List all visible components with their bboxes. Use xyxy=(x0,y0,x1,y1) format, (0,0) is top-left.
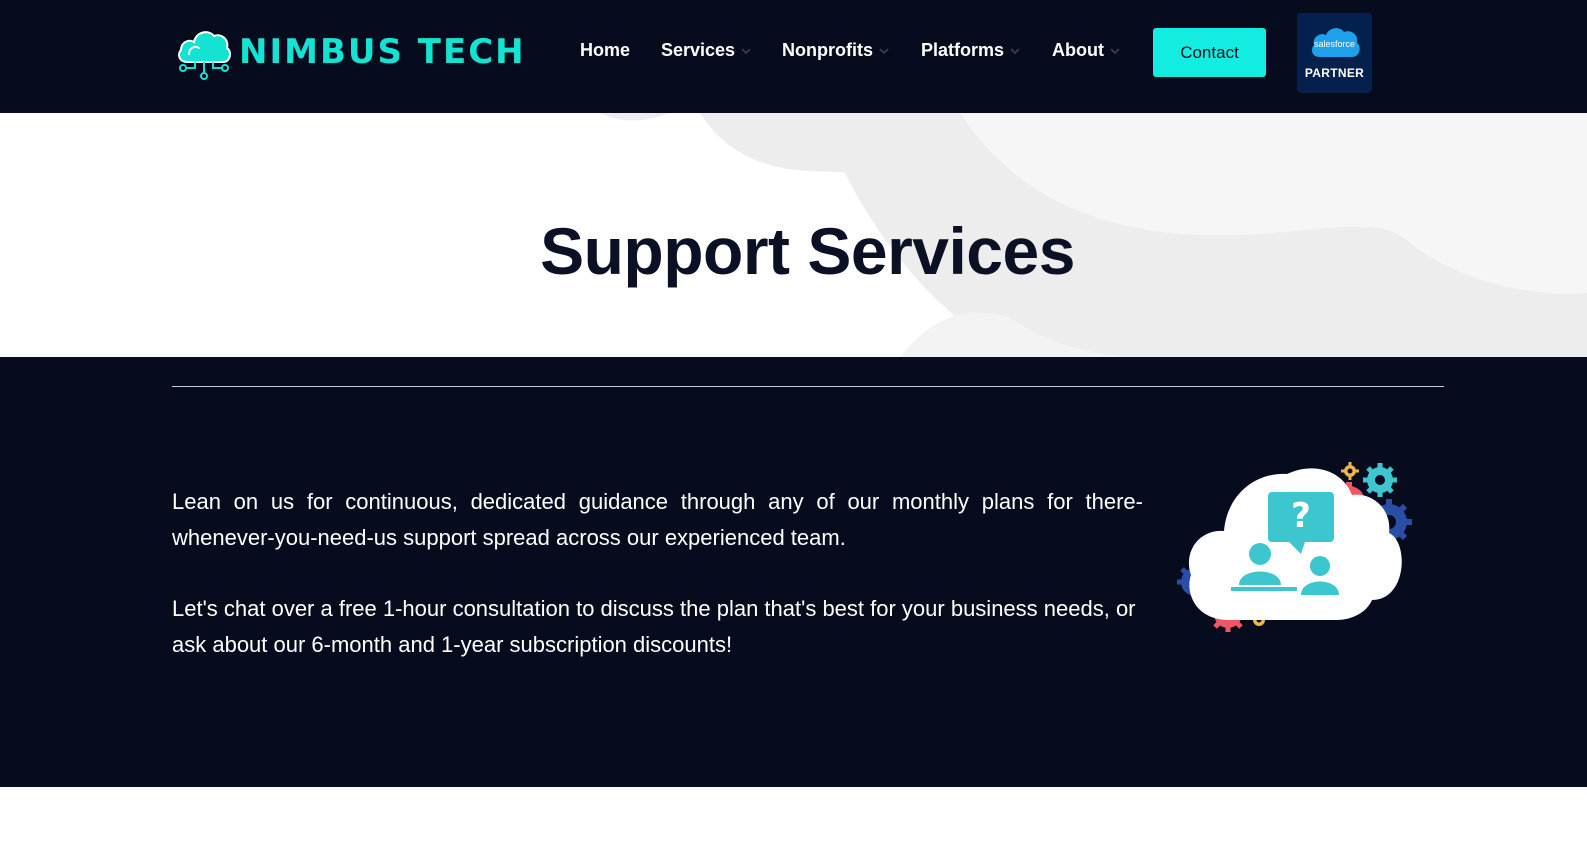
chevron-down-icon xyxy=(1010,48,1020,55)
nav-item-services[interactable]: Services xyxy=(661,40,751,61)
site-header: NIMBUS TECH Home Services Nonprofits Pla… xyxy=(0,0,1587,113)
contact-button[interactable]: Contact xyxy=(1153,28,1266,77)
nav-item-label: Home xyxy=(580,40,631,60)
partner-label: PARTNER xyxy=(1304,66,1365,80)
consultation-paragraph: Let's chat over a free 1-hour consultati… xyxy=(172,596,1136,657)
nav-item-label: Services xyxy=(661,40,736,60)
intro-paragraph: Lean on us for continuous, dedicated gui… xyxy=(172,489,1143,550)
nav-item-label: About xyxy=(1052,40,1104,60)
nav-item-nonprofits[interactable]: Nonprofits xyxy=(782,40,889,61)
brand-logo[interactable]: NIMBUS TECH xyxy=(175,24,526,80)
brand-name: NIMBUS TECH xyxy=(239,32,526,72)
page-title: Support Services xyxy=(540,214,1075,288)
cloud-support-gears-illustration: ? xyxy=(1177,462,1412,632)
chevron-down-icon xyxy=(1110,48,1120,55)
support-content-section: Lean on us for continuous, dedicated gui… xyxy=(0,357,1587,787)
nav-item-label: Platforms xyxy=(921,40,1005,60)
page-hero: Support Services xyxy=(0,113,1587,357)
nav-item-platforms[interactable]: Platforms xyxy=(921,40,1020,61)
chevron-down-icon xyxy=(879,48,889,55)
nav-item-label: Nonprofits xyxy=(782,40,873,60)
nav-item-about[interactable]: About xyxy=(1052,40,1120,61)
salesforce-wordmark: salesforce xyxy=(1313,39,1356,49)
salesforce-partner-badge[interactable]: salesforce PARTNER xyxy=(1297,13,1372,93)
nav-item-home[interactable]: Home xyxy=(580,40,630,61)
svg-text:?: ? xyxy=(1291,496,1311,536)
chevron-down-icon xyxy=(741,48,751,55)
section-divider xyxy=(172,386,1444,387)
cloud-circuit-icon xyxy=(178,31,232,80)
